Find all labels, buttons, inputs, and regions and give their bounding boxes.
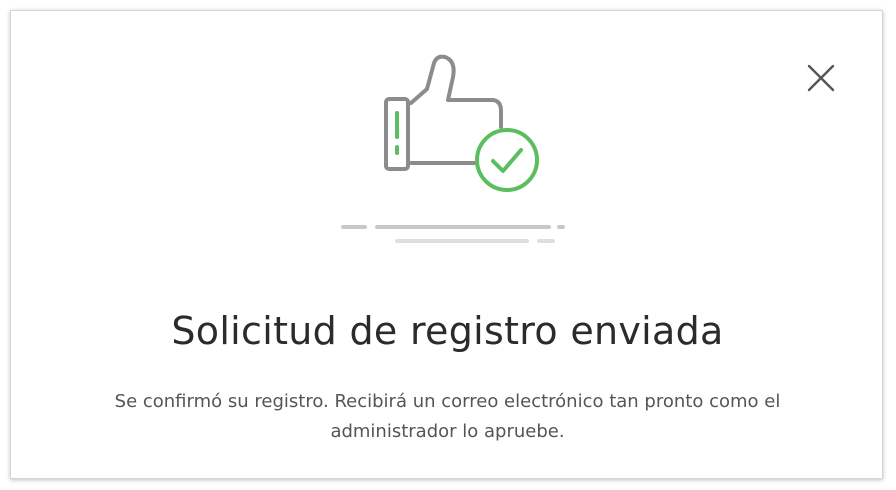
success-illustration [341, 54, 565, 243]
close-icon [807, 64, 835, 92]
registration-sent-dialog: Solicitud de registro enviada Se confirm… [10, 10, 883, 479]
dialog-title: Solicitud de registro enviada [171, 309, 724, 353]
close-button[interactable] [803, 60, 839, 96]
check-circle-icon [475, 128, 539, 192]
dialog-message: Se confirmó su registro. Recibirá un cor… [114, 391, 781, 442]
ground-lines [341, 225, 565, 243]
